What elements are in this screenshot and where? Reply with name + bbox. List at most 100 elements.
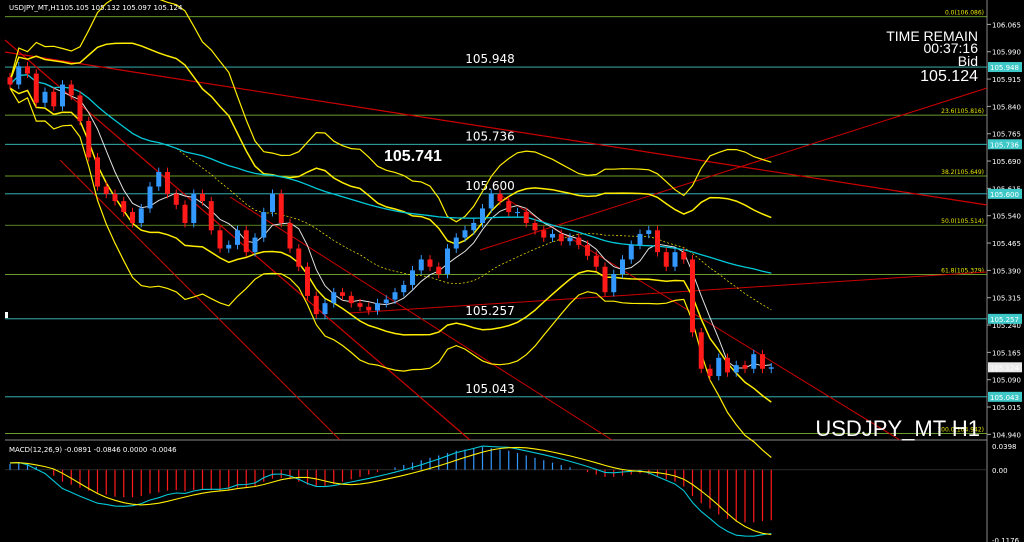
candle-body: [576, 237, 582, 245]
candle-body: [313, 295, 319, 315]
candle-body: [270, 193, 275, 213]
axis-tick-label: 105.315: [992, 295, 1021, 303]
candle-body: [112, 193, 118, 202]
candle-body: [243, 230, 249, 253]
candle-body: [287, 223, 293, 249]
candle-body: [707, 368, 713, 377]
candle-body: [165, 171, 170, 194]
candle-body: [698, 332, 704, 369]
candle-body: [305, 266, 310, 296]
candle-body: [77, 95, 83, 121]
candle-body: [383, 299, 389, 304]
timer-bid-value: 105.124: [920, 68, 978, 85]
candle-body: [427, 259, 433, 267]
candle-body: [147, 186, 153, 209]
candle-body: [462, 230, 468, 238]
candle-body: [558, 233, 564, 242]
axis-marker-label: 105.257: [990, 316, 1019, 324]
candle-body: [620, 259, 625, 275]
candle-body: [103, 186, 109, 194]
candle-body: [410, 270, 415, 285]
candle-body: [217, 230, 223, 249]
candle-body: [593, 255, 599, 267]
candle-body: [663, 252, 669, 267]
candle-body: [42, 91, 48, 103]
fib-label: 38.2(105.649): [941, 169, 984, 176]
candle-body: [751, 354, 757, 369]
candle-body: [655, 230, 660, 253]
candle-body: [436, 266, 442, 275]
candle-body: [138, 208, 144, 223]
candle-body: [497, 193, 503, 202]
axis-tick-label: 105.840: [992, 103, 1021, 111]
candle-body: [7, 77, 13, 85]
axis-marker-label: 105.600: [990, 191, 1019, 199]
axis-marker-label: 105.736: [990, 141, 1019, 149]
candle-body: [725, 357, 730, 373]
candle-body: [16, 66, 22, 85]
candle-body: [322, 303, 328, 315]
candle-body: [742, 365, 748, 369]
axis-marker-label: 105.124: [990, 364, 1019, 372]
candle-body: [191, 193, 197, 223]
level-label: 105.736: [465, 129, 515, 143]
candle-body: [200, 193, 205, 202]
chart-symbol: USDJPY_MT,H1: [9, 4, 60, 12]
candle-body: [567, 237, 573, 242]
candle-body: [68, 84, 74, 96]
candle-body: [541, 230, 547, 238]
candle-body: [60, 84, 65, 107]
candle-body: [453, 237, 459, 249]
axis-tick-label: 105.465: [992, 240, 1021, 248]
candle-body: [480, 208, 485, 223]
candle-body: [532, 223, 538, 231]
candle-body: [278, 193, 284, 223]
candle-body: [130, 212, 135, 223]
candle-body: [681, 252, 687, 260]
axis-tick-label: 104.940: [992, 431, 1021, 439]
axis-tick-label: 105.015: [992, 404, 1021, 412]
candle-body: [375, 303, 380, 311]
axis-tick-label: 105.915: [992, 76, 1021, 84]
candle-body: [602, 266, 608, 293]
candle-body: [523, 212, 529, 223]
candle-body: [261, 212, 267, 238]
candle-body: [226, 244, 232, 249]
axis-tick-label: 105.390: [992, 267, 1021, 275]
candle-body: [506, 201, 512, 213]
level-label: 105.600: [465, 179, 515, 193]
axis-tick-label: 105.990: [992, 49, 1021, 57]
left-edge-marker: [5, 312, 8, 318]
candle-body: [182, 204, 188, 223]
axis-tick-label: 105.540: [992, 213, 1021, 221]
price-chart[interactable]: 0.0(106.086) 23.6(105.816) 38.2(105.649) 50…: [0, 0, 1024, 542]
fib-label: 50.0(105.514): [941, 218, 984, 225]
axis-tick-label: 106.065: [992, 21, 1021, 29]
candle-body: [418, 259, 424, 271]
candle-body: [208, 201, 214, 231]
macd-axis-label: 0.0398: [992, 443, 1017, 451]
chart-background: [0, 0, 1024, 542]
candle-body: [33, 73, 39, 103]
candle-body: [235, 230, 240, 245]
candle-body: [690, 259, 695, 333]
candle-body: [51, 91, 57, 107]
candle-body: [252, 237, 258, 253]
axis-tick-label: 105.090: [992, 377, 1021, 385]
chart-ohlc: 105.105 105.132 105.097 105.124: [60, 4, 183, 12]
macd-axis-label: -0.1176: [992, 537, 1020, 542]
symbol-watermark: USDJPY_MT H1: [815, 416, 980, 441]
fib-label: 0.0(106.086): [945, 10, 984, 17]
candle-body: [445, 248, 450, 275]
candle-body: [733, 365, 739, 373]
axis-tick-label: 105.165: [992, 349, 1021, 357]
candle-body: [585, 244, 590, 256]
level-label: 105.043: [465, 382, 515, 396]
axis-marker-label: 105.948: [990, 64, 1019, 72]
candle-body: [296, 248, 302, 267]
candle-body: [357, 303, 363, 307]
fib-label: 23.6(105.816): [941, 108, 984, 115]
candle-body: [488, 193, 494, 209]
axis-tick-label: 105.765: [992, 131, 1021, 139]
candle-body: [366, 306, 372, 311]
